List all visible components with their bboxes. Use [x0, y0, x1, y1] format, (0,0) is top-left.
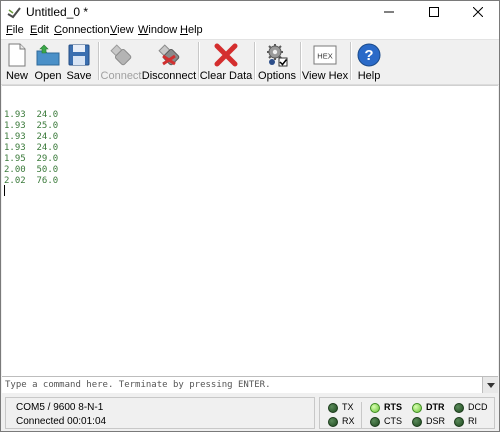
usb-plug-icon — [110, 44, 132, 66]
rx-led-icon — [328, 417, 338, 427]
rx-label: RX — [342, 416, 355, 426]
menu-connection-label: onnection — [61, 24, 110, 36]
disconnect-button[interactable]: Disconnect — [141, 40, 197, 84]
save-disk-icon — [68, 44, 90, 66]
maximize-icon — [428, 7, 439, 17]
help-label: Help — [357, 70, 381, 82]
help-question-icon: ? — [357, 43, 381, 67]
menu-file-label: ile — [12, 24, 24, 36]
app-window: Untitled_0 * File Edit Connection View W… — [0, 0, 500, 432]
dsr-label: DSR — [426, 416, 446, 426]
terminal-line: 2.00 50.0 — [4, 165, 59, 175]
minimize-button[interactable] — [366, 1, 411, 23]
port-settings: COM5 / 9600 8-N-1 — [16, 402, 104, 413]
indicator-divider — [361, 402, 362, 428]
menu-help-mnemonic: H — [180, 24, 188, 36]
options-gear-icon — [267, 44, 288, 67]
close-icon — [472, 7, 483, 17]
toolbar-separator — [254, 42, 256, 80]
cts-label: CTS — [384, 416, 402, 426]
menu-edit[interactable]: Edit — [30, 24, 49, 36]
hex-view-icon: HEX — [313, 45, 337, 65]
view-hex-label: View Hex — [301, 70, 349, 82]
new-button[interactable]: New — [3, 40, 31, 84]
tx-label: TX — [342, 402, 354, 412]
tx-led-icon — [328, 403, 338, 413]
toolbar: New Open Save Connect Disconnect Clear D… — [1, 40, 499, 85]
status-bar: COM5 / 9600 8-N-1 Connected 00:01:04 TX … — [1, 393, 499, 431]
menu-window-label: indow — [148, 24, 178, 36]
ri-label: RI — [468, 416, 477, 426]
command-input[interactable] — [2, 377, 482, 393]
help-button[interactable]: ? Help — [355, 40, 383, 84]
maximize-button[interactable] — [411, 1, 456, 23]
dsr-led-icon — [412, 417, 422, 427]
signal-indicators: TX RX RTS CTS DTR DSR DCD RI — [319, 397, 495, 429]
menu-edit-label: dit — [37, 24, 49, 36]
new-label: New — [5, 70, 28, 82]
minimize-icon — [383, 11, 394, 13]
terminal-line: 1.93 24.0 — [4, 132, 59, 142]
terminal-output[interactable]: 1.93 24.0 1.93 25.0 1.93 24.0 1.93 24.0 … — [2, 85, 498, 376]
save-button[interactable]: Save — [65, 40, 93, 84]
ri-led-icon — [454, 417, 464, 427]
menu-file-mnemonic: F — [6, 24, 13, 36]
options-button[interactable]: Options — [258, 40, 296, 84]
open-label: Open — [34, 70, 62, 82]
toolbar-separator — [350, 42, 352, 80]
close-button[interactable] — [455, 1, 500, 23]
connect-label: Connect — [100, 70, 142, 82]
save-label: Save — [66, 70, 92, 82]
new-file-icon — [8, 43, 26, 67]
cts-led-icon — [370, 417, 380, 427]
menu-bar: File Edit Connection View Window Help — [1, 23, 499, 40]
menu-connection[interactable]: Connection — [54, 24, 110, 36]
open-folder-icon — [36, 44, 60, 66]
terminal-line: 1.95 29.0 — [4, 154, 59, 164]
menu-connection-mnemonic: C — [54, 24, 62, 36]
dcd-led-icon — [454, 403, 464, 413]
connection-time: Connected 00:01:04 — [16, 416, 107, 427]
terminal-line: 2.02 76.0 — [4, 176, 59, 186]
svg-text:?: ? — [364, 47, 373, 64]
connect-button[interactable]: Connect — [100, 40, 142, 84]
command-history-dropdown[interactable] — [482, 377, 498, 393]
menu-window[interactable]: Window — [138, 24, 177, 36]
rts-label: RTS — [384, 402, 402, 412]
menu-window-mnemonic: W — [138, 24, 149, 36]
clear-data-button[interactable]: Clear Data — [200, 40, 252, 84]
window-title: Untitled_0 * — [26, 5, 89, 19]
menu-help-label: elp — [187, 24, 203, 36]
app-logo-icon — [7, 7, 21, 19]
hex-icon-text: HEX — [317, 52, 332, 61]
clear-x-icon — [214, 43, 238, 67]
connection-status-panel: COM5 / 9600 8-N-1 Connected 00:01:04 — [5, 397, 315, 429]
rts-led-icon — [370, 403, 380, 413]
menu-view-label: iew — [117, 24, 134, 36]
disconnect-label: Disconnect — [141, 70, 197, 82]
chevron-down-icon — [486, 382, 495, 388]
options-label: Options — [258, 70, 296, 82]
menu-file[interactable]: File — [6, 24, 24, 36]
terminal-line: 1.93 24.0 — [4, 143, 59, 153]
view-hex-button[interactable]: HEX View Hex — [301, 40, 349, 84]
terminal-line: 1.93 25.0 — [4, 121, 59, 131]
terminal-line: 1.93 24.0 — [4, 110, 59, 120]
dcd-label: DCD — [468, 402, 488, 412]
dtr-label: DTR — [426, 402, 445, 412]
menu-view[interactable]: View — [110, 24, 134, 36]
command-bar — [2, 376, 498, 394]
menu-help[interactable]: Help — [180, 24, 203, 36]
clear-data-label: Clear Data — [199, 70, 253, 82]
dtr-led-icon — [412, 403, 422, 413]
open-button[interactable]: Open — [34, 40, 62, 84]
text-cursor — [4, 185, 5, 196]
disconnect-plug-icon — [158, 44, 180, 66]
title-bar: Untitled_0 * — [1, 1, 499, 23]
